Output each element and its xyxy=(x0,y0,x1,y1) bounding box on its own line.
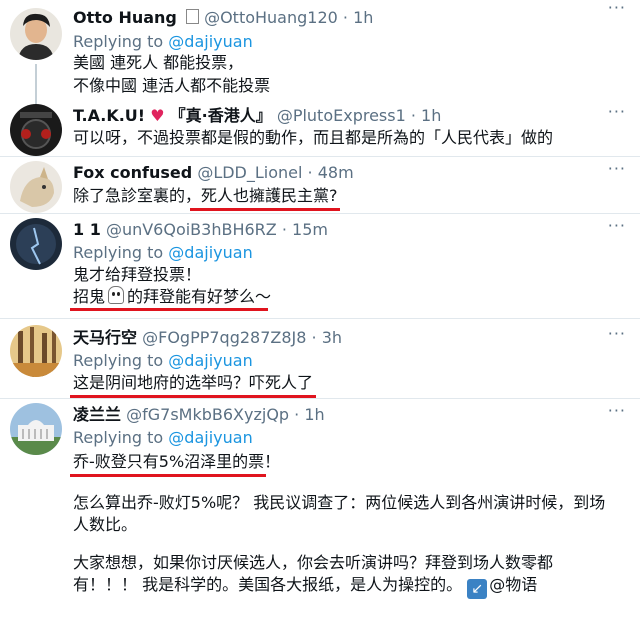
more-options-icon[interactable]: ··· xyxy=(608,0,626,16)
replying-prefix: Replying to xyxy=(73,351,164,370)
display-name[interactable]: 1 1 xyxy=(73,220,101,239)
separator: · xyxy=(410,106,416,125)
tweet-text-line: 美國 連死人 都能投票， xyxy=(73,53,244,72)
mention-link[interactable]: @dajiyuan xyxy=(168,243,252,262)
tweet-header: 1 1 @unV6QoiB3hBH6RZ · 15m xyxy=(73,219,328,241)
display-name[interactable]: Fox confused xyxy=(73,163,192,182)
avatar[interactable] xyxy=(10,403,62,455)
replying-to: Replying to @dajiyuan xyxy=(73,31,253,53)
emoji-icon xyxy=(185,9,199,24)
tweet-text-line: 可以呀，不過投票都是假的動作，而且都是所為的「人民代表」做的 xyxy=(73,128,554,147)
separator: · xyxy=(281,220,287,239)
separator: · xyxy=(342,8,349,27)
timestamp[interactable]: 3h xyxy=(322,328,342,347)
paragraph-line: 怎么算出乔-败灯5%呢？ 我民议调查了：两位候选人到各州演讲时候，到场 xyxy=(73,493,606,512)
thread-line xyxy=(35,64,37,104)
handle[interactable]: @OttoHuang120 xyxy=(204,8,338,27)
mention-link[interactable]: @dajiyuan xyxy=(168,428,252,447)
replying-to: Replying to @dajiyuan xyxy=(73,427,253,449)
tweet-tianma[interactable]: 天马行空 @FOgPP7qg287Z8J8 · 3h ··· Replying … xyxy=(0,319,640,399)
paragraph-line: 人数比。 xyxy=(73,515,138,534)
tweet-header: 天马行空 @FOgPP7qg287Z8J8 · 3h xyxy=(73,327,342,349)
red-underline xyxy=(70,474,266,477)
tweet-fox-confused[interactable]: Fox confused @LDD_Lionel · 48m ··· 除了急診室… xyxy=(0,157,640,213)
timestamp[interactable]: 1h xyxy=(421,106,441,125)
text-segment: 招鬼 xyxy=(73,287,106,306)
avatar[interactable] xyxy=(10,218,62,270)
tweet-taku[interactable]: T.A.K.U! ♥ 『真·香港人』 @PlutoExpress1 · 1h ·… xyxy=(0,100,640,156)
handle[interactable]: @unV6QoiB3hBH6RZ xyxy=(106,220,277,239)
ghost-icon xyxy=(108,286,125,304)
avatar[interactable] xyxy=(10,8,62,60)
separator: · xyxy=(311,328,317,347)
tweet-header: Otto Huang @OttoHuang120 · 1h xyxy=(73,7,373,29)
more-options-icon[interactable]: ··· xyxy=(608,218,626,234)
tweet-header: 凌兰兰 @fG7sMkbB6XyzjQp · 1h xyxy=(73,404,325,426)
paragraph-line-last: 有！！！ 我是科学的。美国各大报纸，是人为操控的。 ↙ @物语 xyxy=(73,574,537,599)
more-options-icon[interactable]: ··· xyxy=(608,326,626,342)
tweet-text-line: 鬼才给拜登投票！ xyxy=(73,265,202,284)
separator: · xyxy=(307,163,313,182)
avatar[interactable] xyxy=(10,161,62,213)
display-name-suffix[interactable]: 『真·香港人』 xyxy=(170,106,272,125)
display-name[interactable]: T.A.K.U! xyxy=(73,106,145,125)
tweet-text-line: 除了急診室裏的，死人也擁護民主黨? xyxy=(73,186,338,205)
tweet-otto-huang[interactable]: Otto Huang @OttoHuang120 · 1h ··· Replyi… xyxy=(0,0,640,104)
timestamp[interactable]: 1h xyxy=(353,8,373,27)
tweet-text-line: 乔-败登只有5%沼泽里的票！ xyxy=(73,452,281,471)
timestamp[interactable]: 48m xyxy=(318,163,354,182)
mention-link[interactable]: @dajiyuan xyxy=(168,32,252,51)
tweet-header: Fox confused @LDD_Lionel · 48m xyxy=(73,162,354,184)
handle[interactable]: @fG7sMkbB6XyzjQp xyxy=(126,405,289,424)
red-underline xyxy=(190,208,340,211)
avatar[interactable] xyxy=(10,104,62,156)
heart-icon: ♥ xyxy=(150,106,165,125)
replying-to: Replying to @dajiyuan xyxy=(73,350,253,372)
replying-prefix: Replying to xyxy=(73,428,164,447)
tweet-header: T.A.K.U! ♥ 『真·香港人』 @PlutoExpress1 · 1h xyxy=(73,105,441,127)
red-underline xyxy=(70,308,268,311)
replying-prefix: Replying to xyxy=(73,32,164,51)
display-name[interactable]: 天马行空 xyxy=(73,328,137,347)
display-name[interactable]: 凌兰兰 xyxy=(73,405,121,424)
timestamp[interactable]: 15m xyxy=(292,220,328,239)
separator: · xyxy=(294,405,300,424)
handle[interactable]: @LDD_Lionel xyxy=(197,163,302,182)
paragraph-tag: @物语 xyxy=(489,575,538,594)
tweet-text-line: 不像中國 連活人都不能投票 xyxy=(73,76,271,95)
display-name[interactable]: Otto Huang xyxy=(73,8,177,27)
timestamp[interactable]: 1h xyxy=(304,405,324,424)
more-options-icon[interactable]: ··· xyxy=(608,403,626,419)
tweet-text-line: 这是阴间地府的选举吗？吓死人了 xyxy=(73,373,314,392)
tweet-text-line-2: 招鬼 的拜登能有好梦么～ xyxy=(73,286,271,308)
paragraph-text: 有！！！ 我是科学的。美国各大报纸，是人为操控的。 xyxy=(73,575,463,594)
text-segment: 的拜登能有好梦么～ xyxy=(127,287,272,306)
more-options-icon[interactable]: ··· xyxy=(608,161,626,177)
tweet-linglan[interactable]: 凌兰兰 @fG7sMkbB6XyzjQp · 1h ··· Replying t… xyxy=(0,399,640,618)
arrow-down-left-icon: ↙ xyxy=(467,579,488,599)
avatar[interactable] xyxy=(10,325,62,377)
replying-prefix: Replying to xyxy=(73,243,164,262)
more-options-icon[interactable]: ··· xyxy=(608,104,626,120)
replying-to: Replying to @dajiyuan xyxy=(73,242,253,264)
handle[interactable]: @FOgPP7qg287Z8J8 xyxy=(142,328,306,347)
mention-link[interactable]: @dajiyuan xyxy=(168,351,252,370)
tweet-1-1[interactable]: 1 1 @unV6QoiB3hBH6RZ · 15m ··· Replying … xyxy=(0,214,640,314)
handle[interactable]: @PlutoExpress1 xyxy=(277,106,406,125)
paragraph-line: 大家想想，如果你讨厌候选人，你会去听演讲吗？拜登到场人数零都 xyxy=(73,553,554,572)
